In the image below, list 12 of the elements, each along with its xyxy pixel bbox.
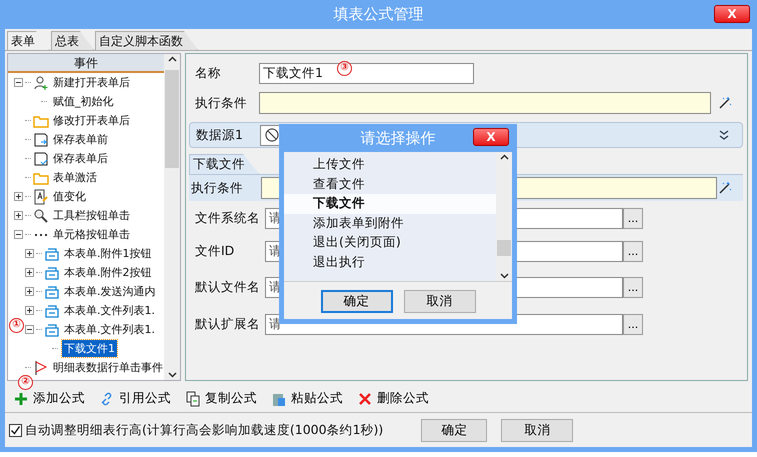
field-label: 文件系统名 — [194, 210, 261, 226]
field-label: 执行条件 — [190, 180, 244, 196]
field-label: 执行条件 — [194, 94, 248, 112]
field-label: 默认扩展名 — [194, 316, 261, 332]
column-header: 事件 — [8, 54, 164, 73]
checkbox-label: 自动调整明细表行高(计算行高会影响加载速度(1000条约1秒)) — [25, 422, 384, 438]
field-label: 数据源1 — [195, 126, 244, 144]
window-title: 填表公式管理 — [334, 5, 424, 24]
dialog-title: 请选择操作 — [360, 128, 436, 148]
field-label: 名称 — [194, 64, 222, 82]
field-label: 默认文件名 — [194, 278, 261, 296]
field-label: 文件ID — [194, 242, 236, 260]
